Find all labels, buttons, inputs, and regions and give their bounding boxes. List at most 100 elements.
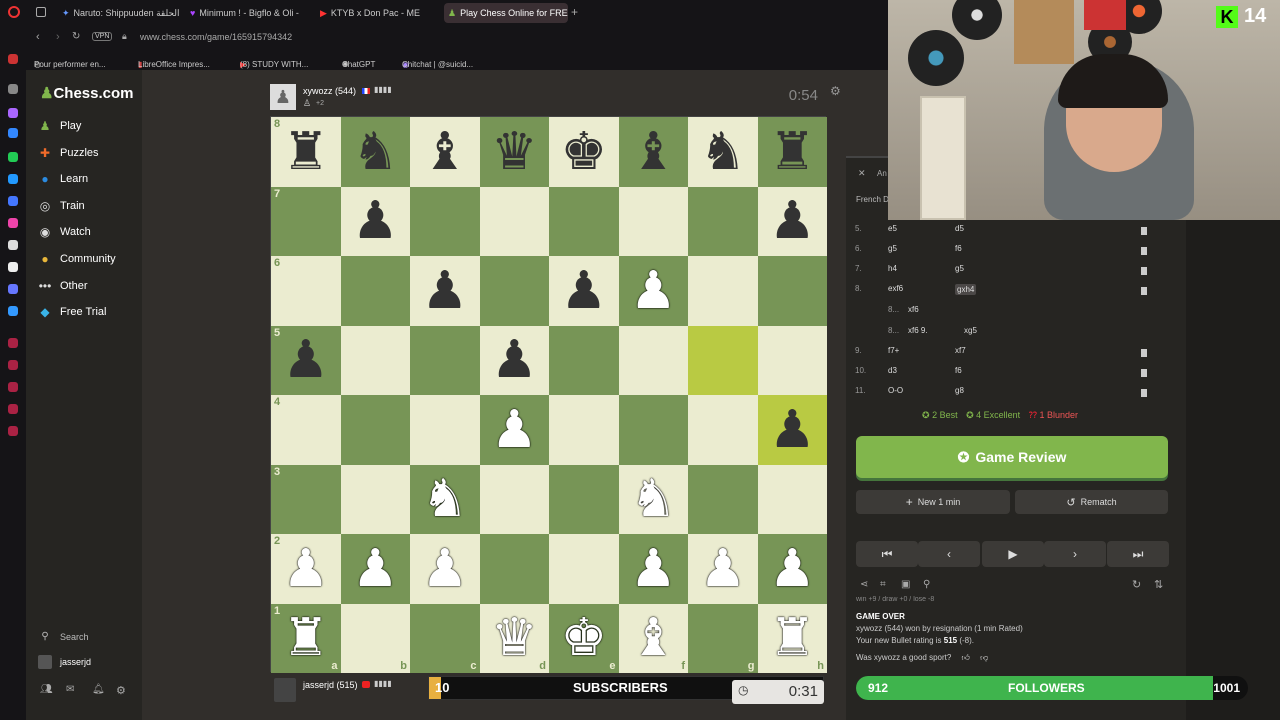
white-rook-icon[interactable]: ♜ [282, 612, 329, 664]
square-c6[interactable]: ♟ [410, 256, 480, 326]
square-c3[interactable]: ♞ [410, 464, 480, 534]
back-icon[interactable]: ‹ [36, 31, 40, 43]
fen-icon[interactable]: ⌗ [880, 579, 886, 590]
bell-icon[interactable]: 🔔︎ [92, 684, 105, 695]
black-move[interactable]: d5 [955, 224, 964, 233]
square-b5[interactable] [340, 325, 410, 395]
white-move[interactable]: xf6 9. [908, 326, 928, 335]
black-pawn-icon[interactable]: ♟ [769, 404, 816, 456]
move-row[interactable]: 5. e5 d5 [846, 224, 1176, 238]
square-g4[interactable] [688, 395, 758, 465]
square-h8[interactable]: ♜ [757, 117, 827, 187]
move-row[interactable]: 11. O-O g8 [846, 386, 1176, 400]
black-rook-icon[interactable]: ♜ [769, 126, 816, 178]
sidebar-item-train[interactable]: ◎ Train [38, 195, 85, 217]
square-h5[interactable] [757, 325, 827, 395]
zoom-icon[interactable]: ⚲ [923, 579, 930, 590]
play-button[interactable]: ▶ [982, 541, 1044, 567]
white-move[interactable]: e5 [888, 224, 897, 233]
square-b1[interactable]: b [340, 603, 410, 673]
vk-icon[interactable] [8, 196, 18, 206]
black-pawn-icon[interactable]: ♟ [421, 265, 468, 317]
square-d8[interactable]: ♛ [479, 117, 549, 187]
square-e8[interactable]: ♚ [549, 117, 619, 187]
sidebar-app-icon[interactable] [8, 360, 18, 370]
black-knight-icon[interactable]: ♞ [352, 126, 399, 178]
square-a8[interactable]: ♜ 8 [271, 117, 341, 187]
square-c4[interactable] [410, 395, 480, 465]
refresh-icon[interactable]: ↻ [1132, 578, 1141, 591]
square-a6[interactable]: 6 [271, 256, 341, 326]
square-c8[interactable]: ♝ [410, 117, 480, 187]
white-pawn-icon[interactable]: ♟ [491, 404, 538, 456]
black-move[interactable]: g5 [955, 264, 964, 273]
square-g3[interactable] [688, 464, 758, 534]
white-king-icon[interactable]: ♚ [560, 612, 607, 664]
square-a2[interactable]: ♟ 2 [271, 534, 341, 604]
sidebar-item-puzzles[interactable]: ✚ Puzzles [38, 142, 99, 164]
top-player-name[interactable]: xywozz (544) [303, 86, 356, 96]
tiktok-icon[interactable] [8, 240, 18, 250]
square-a3[interactable]: 3 [271, 464, 341, 534]
white-move[interactable]: xf6 [908, 305, 919, 314]
white-queen-icon[interactable]: ♛ [491, 612, 538, 664]
sidebar-app-icon[interactable] [8, 108, 18, 118]
chess-board[interactable]: ♜ 8 ♞ ♝ ♛ ♚ ♝ ♞ ♜ 7 ♟ ♟ 6 ♟ ♟ ♟ ♟ 5 ♟ 4 ♟ ♟ 3 ♞ ♞ ♟ 2 ♟ ♟ ♟ ♟ ♟ ♜ 1 a b c ♛ d ♚… [270, 116, 827, 673]
square-b4[interactable] [340, 395, 410, 465]
square-f2[interactable]: ♟ [618, 534, 688, 604]
sidebar-item-free-trial[interactable]: ◆ Free Trial [38, 301, 106, 323]
image-icon[interactable]: ▣ [901, 579, 910, 590]
last-move-button[interactable]: ⏭ [1107, 541, 1169, 567]
white-move[interactable]: O-O [888, 386, 903, 395]
square-f1[interactable]: ♝ f [618, 603, 688, 673]
black-knight-icon[interactable]: ♞ [699, 126, 746, 178]
black-move[interactable]: gxh4 [955, 284, 977, 295]
vpn-badge[interactable]: VPN [92, 32, 113, 41]
white-pawn-icon[interactable]: ♟ [630, 265, 677, 317]
gear-icon[interactable]: ⚙ [830, 84, 841, 98]
thumbs-up-icon[interactable]: 👍︎ [962, 653, 970, 662]
square-c5[interactable] [410, 325, 480, 395]
square-e2[interactable] [549, 534, 619, 604]
sidebar-item-learn[interactable]: ● Learn [38, 168, 88, 190]
black-move[interactable]: f6 [955, 366, 962, 375]
chess-logo[interactable]: ♟Chess.com [40, 84, 134, 102]
square-g2[interactable]: ♟ [688, 534, 758, 604]
square-b7[interactable]: ♟ [340, 186, 410, 256]
square-f8[interactable]: ♝ [618, 117, 688, 187]
square-e1[interactable]: ♚ e [549, 603, 619, 673]
workspace-icon[interactable] [36, 7, 46, 17]
sidebar-search[interactable]: ⚲ Search [38, 626, 88, 648]
reload-icon[interactable]: ↻ [72, 31, 80, 42]
sidebar-app-icon[interactable] [8, 404, 18, 414]
white-pawn-icon[interactable]: ♟ [769, 543, 816, 595]
white-knight-icon[interactable]: ♞ [630, 473, 677, 525]
square-b8[interactable]: ♞ [340, 117, 410, 187]
move-row[interactable]: 8. exf6 gxh4 [846, 284, 1176, 298]
square-h7[interactable]: ♟ [757, 186, 827, 256]
tab-analysis[interactable]: An [877, 169, 887, 178]
prev-move-button[interactable]: ‹ [918, 541, 980, 567]
black-bishop-icon[interactable]: ♝ [630, 126, 677, 178]
sidebar-app-icon[interactable] [8, 84, 18, 94]
white-move[interactable]: h4 [888, 264, 897, 273]
square-g8[interactable]: ♞ [688, 117, 758, 187]
square-d6[interactable] [479, 256, 549, 326]
square-e6[interactable]: ♟ [549, 256, 619, 326]
rematch-button[interactable]: ↺ Rematch [1015, 490, 1168, 514]
friends-icon[interactable]: 👥︎ [40, 684, 53, 695]
whatsapp-icon[interactable] [8, 152, 18, 162]
square-e7[interactable] [549, 186, 619, 256]
black-pawn-icon[interactable]: ♟ [491, 334, 538, 386]
sidebar-item-community[interactable]: ● Community [38, 248, 115, 270]
sidebar-item-play[interactable]: ♟ Play [38, 115, 82, 137]
square-d7[interactable] [479, 186, 549, 256]
black-pawn-icon[interactable]: ♟ [560, 265, 607, 317]
share-icon[interactable]: ⋖ [860, 579, 868, 590]
square-a4[interactable]: 4 [271, 395, 341, 465]
white-move[interactable]: f7+ [888, 346, 899, 355]
square-d2[interactable] [479, 534, 549, 604]
square-b6[interactable] [340, 256, 410, 326]
square-a5[interactable]: ♟ 5 [271, 325, 341, 395]
black-move[interactable]: xf7 [955, 346, 966, 355]
